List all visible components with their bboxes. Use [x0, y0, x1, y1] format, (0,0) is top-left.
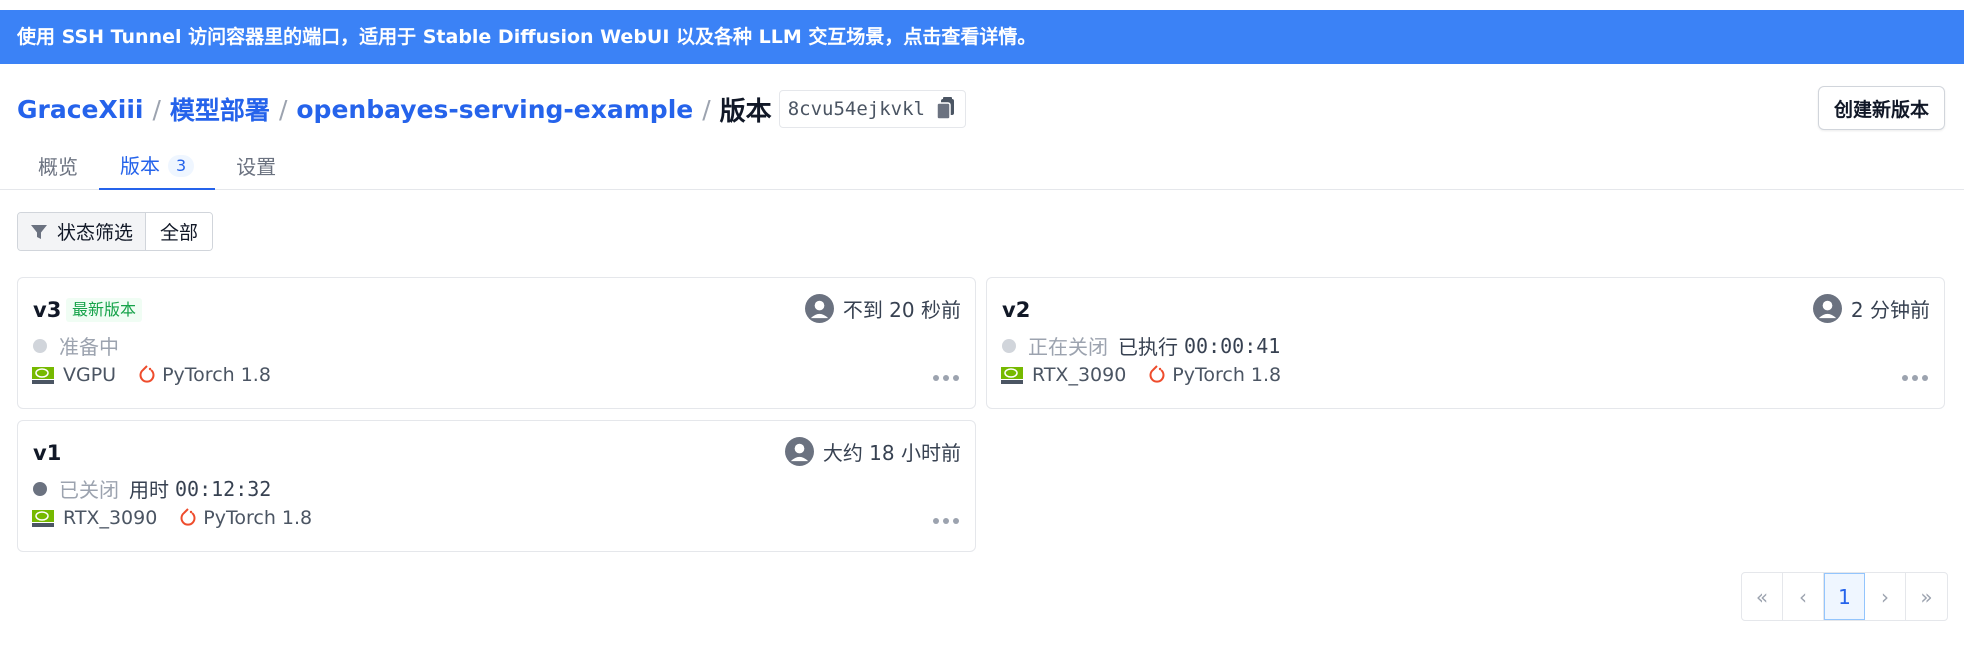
version-time: 大约 18 小时前: [784, 437, 961, 466]
tab-versions[interactable]: 版本 3: [99, 144, 216, 190]
nvidia-icon: [32, 366, 54, 384]
gpu-type: RTX_3090: [1032, 364, 1127, 386]
version-time-text: 大约 18 小时前: [822, 441, 961, 465]
create-version-button[interactable]: 创建新版本: [1817, 86, 1945, 130]
tab-bar: 概览 版本 3 设置: [17, 144, 297, 190]
version-name: v1: [33, 441, 62, 465]
more-icon[interactable]: [1900, 368, 1930, 388]
framework: PyTorch 1.8: [1172, 364, 1282, 386]
tab-settings[interactable]: 设置: [215, 144, 297, 190]
status-dot: [33, 338, 47, 353]
status-text: 正在关闭: [1028, 335, 1108, 359]
page-title: 版本: [719, 96, 772, 127]
tab-label: 版本: [120, 154, 160, 178]
pytorch-icon: [180, 508, 196, 526]
pagination: « ‹ 1 › »: [1741, 572, 1948, 621]
duration-value: 00:00:41: [1184, 333, 1281, 358]
version-time-text: 2 分钟前: [1850, 298, 1930, 322]
breadcrumb-user[interactable]: GraceXiii: [17, 95, 143, 124]
status-dot: [33, 481, 47, 496]
avatar-icon: [804, 294, 834, 323]
page-number-button[interactable]: 1: [1824, 573, 1865, 620]
breadcrumb-separator: /: [702, 94, 711, 124]
gpu-type: VGPU: [63, 364, 117, 386]
version-name: v3: [33, 298, 62, 322]
version-card-v1[interactable]: v1 大约 18 小时前 已关闭 用时 00:12:32 RTX_3090 Py…: [17, 420, 976, 552]
version-time-text: 不到 20 秒前: [842, 298, 961, 322]
page-prev-button[interactable]: ‹: [1783, 573, 1824, 620]
version-count-badge: 3: [168, 155, 195, 177]
pytorch-icon: [1149, 365, 1165, 383]
version-status: 准备中: [33, 331, 119, 360]
breadcrumb-separator: /: [152, 94, 161, 124]
version-time: 2 分钟前: [1812, 294, 1930, 323]
breadcrumb-section[interactable]: 模型部署: [170, 91, 270, 127]
announcement-banner[interactable]: 使用 SSH Tunnel 访问容器里的端口，适用于 Stable Diffus…: [0, 10, 1964, 64]
page-first-button[interactable]: «: [1742, 573, 1783, 620]
latest-version-badge: 最新版本: [66, 298, 143, 322]
breadcrumb: GraceXiii / 模型部署 / openbayes-serving-exa…: [17, 88, 966, 130]
page-next-button[interactable]: ›: [1865, 573, 1906, 620]
framework: PyTorch 1.8: [162, 364, 271, 386]
avatar-icon: [784, 437, 814, 466]
status-filter-label: 状态筛选: [57, 222, 134, 244]
version-specs: VGPU PyTorch 1.8: [32, 364, 271, 386]
duration-value: 00:12:32: [175, 476, 272, 501]
more-icon[interactable]: [931, 368, 961, 388]
duration-label: 已执行: [1118, 335, 1178, 359]
project-hash-text: 8cvu54ejkvkl: [787, 98, 925, 120]
status-dot: [1002, 338, 1016, 353]
avatar-icon: [1812, 294, 1842, 323]
gpu-type: RTX_3090: [63, 507, 158, 529]
version-name: v2: [1002, 298, 1031, 322]
version-time: 不到 20 秒前: [804, 294, 961, 323]
status-text: 已关闭: [59, 478, 119, 502]
pytorch-icon: [139, 365, 155, 383]
version-specs: RTX_3090 PyTorch 1.8: [1001, 364, 1281, 386]
filter-icon: [31, 224, 47, 239]
status-filter-button[interactable]: 状态筛选: [18, 213, 147, 250]
status-text: 准备中: [59, 335, 119, 359]
page-last-button[interactable]: »: [1906, 573, 1947, 620]
version-specs: RTX_3090 PyTorch 1.8: [32, 507, 312, 529]
more-icon[interactable]: [931, 511, 961, 531]
copy-icon[interactable]: [935, 97, 957, 121]
nvidia-icon: [1001, 366, 1023, 384]
version-status: 正在关闭 已执行 00:00:41: [1002, 331, 1280, 360]
version-status: 已关闭 用时 00:12:32: [33, 474, 271, 503]
project-hash: 8cvu54ejkvkl: [778, 90, 966, 128]
version-card-v2[interactable]: v2 2 分钟前 正在关闭 已执行 00:00:41 RTX_3090 PyTo…: [986, 277, 1945, 409]
tab-overview[interactable]: 概览: [17, 144, 99, 190]
tab-label: 概览: [38, 155, 78, 179]
nvidia-icon: [32, 509, 54, 527]
breadcrumb-separator: /: [278, 94, 288, 124]
status-filter-select[interactable]: 全部: [146, 213, 213, 250]
duration-label: 用时: [129, 478, 169, 502]
status-filter: 状态筛选 全部: [17, 212, 214, 251]
version-card-v3[interactable]: v3 最新版本 不到 20 秒前 准备中 VGPU PyTorch 1.8: [17, 277, 976, 409]
tab-label: 设置: [236, 155, 277, 179]
framework: PyTorch 1.8: [203, 507, 313, 529]
breadcrumb-project[interactable]: openbayes-serving-example: [296, 95, 693, 124]
